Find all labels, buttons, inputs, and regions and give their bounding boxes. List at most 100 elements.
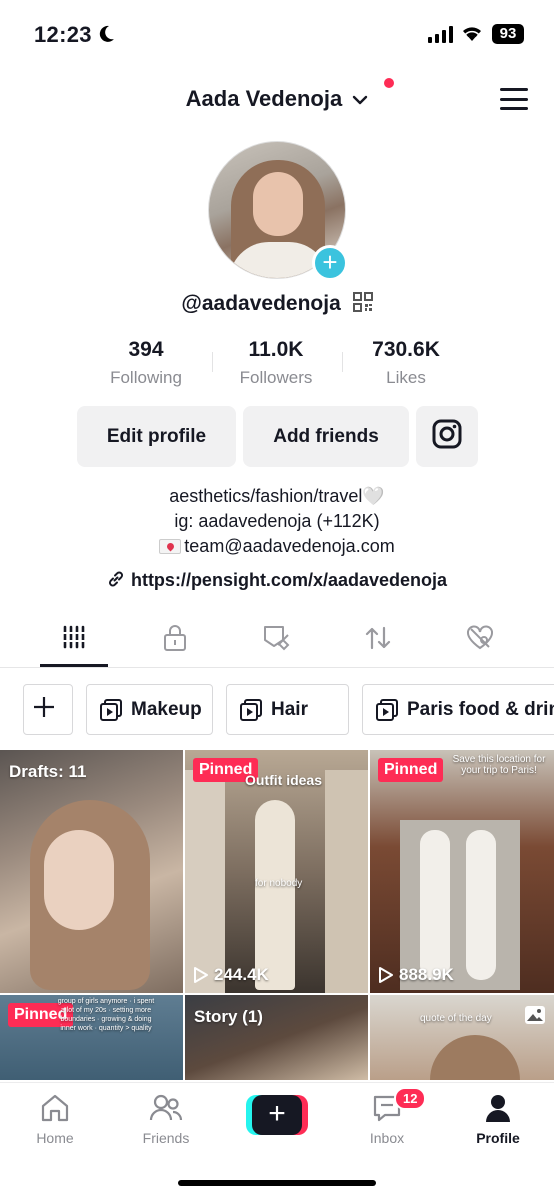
- collection-chip[interactable]: Paris food & drin: [362, 684, 554, 735]
- stat-following[interactable]: 394 Following: [96, 338, 196, 388]
- nav-inbox-label: Inbox: [369, 1130, 405, 1146]
- private-lock-icon: [162, 624, 188, 660]
- stat-followers[interactable]: 11.0K Followers: [226, 338, 326, 388]
- moon-icon: [96, 24, 116, 50]
- play-icon: [379, 967, 393, 983]
- following-label: Following: [110, 368, 182, 387]
- story-tile[interactable]: Story (1): [185, 995, 368, 1080]
- add-photo-icon[interactable]: +: [312, 245, 348, 281]
- signal-icon: [428, 25, 453, 43]
- profile-handle: @aadavedenoja: [181, 292, 341, 315]
- tab-liked[interactable]: [446, 624, 514, 660]
- profile-icon: [483, 1095, 513, 1126]
- active-tab-indicator: [40, 664, 108, 667]
- collection-chip[interactable]: Hair: [226, 684, 349, 735]
- collection-label: Makeup: [131, 698, 202, 720]
- followers-count: 11.0K: [248, 338, 304, 361]
- divider: [342, 352, 343, 372]
- favorites-icon: [262, 624, 292, 660]
- video-tile[interactable]: Pinned group of girls anymore · i spent …: [0, 995, 183, 1080]
- nav-home-label: Home: [36, 1130, 74, 1146]
- following-count: 394: [128, 338, 164, 361]
- photo-tile[interactable]: quote of the day: [370, 995, 554, 1080]
- profile-header: Aada Vedenoja: [0, 78, 554, 120]
- tab-videos[interactable]: [40, 624, 108, 660]
- likes-label: Likes: [386, 368, 426, 387]
- drafts-label: Drafts: 11: [9, 762, 87, 781]
- inbox-badge: 12: [394, 1087, 427, 1110]
- bio-email-line: team@aadavedenoja.com: [0, 534, 554, 559]
- instagram-button[interactable]: [416, 406, 478, 467]
- nav-friends[interactable]: Friends: [121, 1093, 211, 1146]
- profile-tabs: [0, 612, 554, 668]
- collection-chip[interactable]: Makeup: [86, 684, 213, 735]
- home-icon: [39, 1094, 71, 1126]
- friends-icon: [149, 1094, 183, 1126]
- followers-label: Followers: [239, 368, 313, 387]
- home-indicator: [178, 1180, 376, 1186]
- profile-handle-row: @aadavedenoja: [0, 292, 554, 318]
- photo-gallery-icon: [524, 1005, 546, 1030]
- status-time: 12:23: [34, 22, 92, 47]
- reposts-icon: [364, 624, 392, 660]
- video-grid: Drafts: 11 Pinned Outfit ideas for nobod…: [0, 750, 554, 1080]
- account-switcher[interactable]: Aada Vedenoja: [0, 86, 554, 112]
- videos-grid-icon: [62, 624, 86, 660]
- qr-code-icon[interactable]: [352, 292, 373, 318]
- nav-profile[interactable]: Profile: [453, 1093, 543, 1146]
- collection-label: Paris food & drin: [407, 698, 554, 720]
- tab-favorites[interactable]: [243, 624, 311, 660]
- account-name: Aada Vedenoja: [185, 86, 343, 111]
- collection-label: Hair: [271, 698, 308, 720]
- wifi-icon: [460, 24, 484, 47]
- likes-count: 730.6K: [372, 338, 440, 361]
- video-caption: for nobody: [255, 878, 303, 889]
- profile-link[interactable]: https://pensight.com/x/aadavedenoja: [0, 570, 554, 593]
- collection-icon: [100, 698, 122, 721]
- collections-row: Makeup Hair Paris food & drin: [0, 684, 554, 736]
- plus-icon: +: [252, 1095, 302, 1135]
- notification-dot: [384, 78, 394, 88]
- edit-profile-button[interactable]: Edit profile: [77, 406, 236, 467]
- status-bar: 12:23 93: [0, 0, 554, 70]
- create-button[interactable]: +: [246, 1095, 308, 1135]
- play-icon: [194, 967, 208, 983]
- nav-friends-label: Friends: [142, 1130, 190, 1146]
- liked-icon: [465, 624, 495, 660]
- chevron-down-icon: [352, 86, 368, 112]
- collection-icon: [376, 698, 398, 721]
- story-label: Story (1): [194, 1007, 263, 1026]
- link-icon: [107, 570, 125, 593]
- collection-icon: [240, 698, 262, 721]
- view-count: 244.4K: [193, 965, 269, 985]
- drafts-tile[interactable]: Drafts: 11: [0, 750, 183, 993]
- video-caption: group of girls anymore · i spent a lot o…: [57, 998, 155, 1032]
- pinned-badge: Pinned: [378, 758, 444, 782]
- video-tile[interactable]: Pinned Save this location for your trip …: [370, 750, 554, 993]
- video-caption: quote of the day: [420, 1013, 492, 1024]
- add-friends-button[interactable]: Add friends: [243, 406, 409, 467]
- video-tile[interactable]: Pinned Outfit ideas for nobody 244.4K: [185, 750, 368, 993]
- view-count: 888.9K: [378, 965, 454, 985]
- stat-likes[interactable]: 730.6K Likes: [356, 338, 456, 388]
- bio-line: ig: aadavedenoja (+112K): [174, 511, 380, 531]
- plus-icon: [32, 695, 64, 725]
- menu-icon[interactable]: [500, 88, 528, 110]
- inbox-icon: [371, 1095, 403, 1126]
- profile-bio: aesthetics/fashion/travel🤍 ig: aadaveden…: [0, 484, 554, 559]
- video-caption: Save this location for your trip to Pari…: [452, 754, 546, 776]
- nav-inbox[interactable]: 12 Inbox: [342, 1087, 432, 1146]
- link-text: https://pensight.com/x/aadavedenoja: [130, 570, 448, 590]
- divider: [212, 352, 213, 372]
- bio-line: aesthetics/fashion/travel🤍: [169, 486, 385, 506]
- video-caption: Outfit ideas: [245, 772, 323, 788]
- nav-home[interactable]: Home: [10, 1093, 100, 1146]
- bio-email: team@aadavedenoja.com: [184, 536, 395, 556]
- battery-indicator: 93: [492, 24, 524, 44]
- tab-private[interactable]: [141, 624, 209, 660]
- tab-reposts[interactable]: [344, 624, 412, 660]
- love-letter-icon: [159, 539, 182, 554]
- instagram-icon: [431, 418, 463, 456]
- nav-profile-label: Profile: [476, 1130, 520, 1146]
- new-collection-button[interactable]: [23, 684, 73, 735]
